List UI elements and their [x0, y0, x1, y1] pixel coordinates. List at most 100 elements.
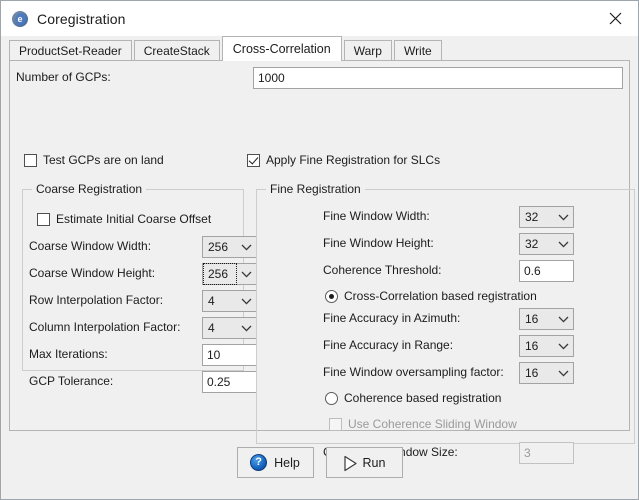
play-icon [343, 455, 357, 471]
coherence-threshold-input[interactable] [519, 260, 574, 282]
row-interpolation-factor-label: Row Interpolation Factor: [29, 293, 164, 307]
window-title: Coregistration [37, 10, 126, 27]
cross-correlation-registration-radio[interactable]: Cross-Correlation based registration [325, 289, 537, 303]
close-button[interactable] [592, 1, 638, 36]
fine-window-height-value: 32 [525, 237, 539, 251]
coarse-window-height-row: Coarse Window Height: 256 [29, 263, 257, 285]
checkbox-checked-icon [247, 153, 260, 167]
coarse-registration-legend: Coarse Registration [32, 182, 147, 196]
fine-accuracy-range-value: 16 [525, 339, 539, 353]
chevron-down-icon [236, 271, 256, 278]
question-mark-icon: ? [250, 454, 268, 471]
number-of-gcps-input[interactable] [253, 67, 623, 89]
chevron-down-icon [553, 214, 573, 221]
fine-accuracy-azimuth-combo[interactable]: 16 [519, 308, 574, 330]
max-iterations-row: Max Iterations: [29, 344, 257, 366]
coarse-registration-group: Coarse Registration Estimate Initial Coa… [22, 182, 257, 393]
coherence-threshold-row: Coherence Threshold: [257, 260, 634, 282]
button-group: ? Help Run [1, 447, 638, 478]
fine-window-oversampling-row: Fine Window oversampling factor: 16 [257, 362, 634, 384]
title-bar: e Coregistration [1, 1, 638, 36]
row-interpolation-factor-row: Row Interpolation Factor: 4 [29, 290, 257, 312]
fine-window-height-label: Fine Window Height: [323, 236, 434, 250]
row-interpolation-factor-combo[interactable]: 4 [202, 290, 257, 312]
gcp-tolerance-row: GCP Tolerance: [29, 371, 257, 393]
tab-warp[interactable]: Warp [343, 40, 392, 61]
test-gcps-on-land-label: Test GCPs are on land [43, 153, 164, 167]
coarse-window-height-label: Coarse Window Height: [29, 266, 156, 280]
checkbox-icon [24, 153, 37, 167]
button-bar: ? Help Run [1, 432, 638, 499]
fine-window-oversampling-value: 16 [525, 366, 539, 380]
apply-fine-registration-label: Apply Fine Registration for SLCs [266, 153, 441, 167]
fine-window-oversampling-combo[interactable]: 16 [519, 362, 574, 384]
row-interpolation-factor-value: 4 [208, 294, 215, 308]
chevron-down-icon [553, 370, 573, 377]
column-interpolation-factor-combo[interactable]: 4 [202, 317, 257, 339]
tab-cross-correlation[interactable]: Cross-Correlation [221, 36, 342, 61]
fine-window-height-row: Fine Window Height: 32 [257, 233, 634, 255]
coherence-based-registration-label: Coherence based registration [344, 391, 502, 405]
number-of-gcps-label: Number of GCPs: [16, 70, 111, 84]
max-iterations-input[interactable] [202, 344, 257, 366]
test-gcps-on-land-checkbox[interactable]: Test GCPs are on land [24, 153, 164, 167]
coarse-window-width-combo[interactable]: 256 [202, 236, 257, 258]
column-interpolation-factor-value: 4 [208, 321, 215, 335]
coherence-threshold-label: Coherence Threshold: [323, 263, 442, 277]
help-button[interactable]: ? Help [236, 447, 314, 478]
radio-unselected-icon [325, 391, 338, 405]
estimate-initial-coarse-offset-checkbox[interactable]: Estimate Initial Coarse Offset [37, 212, 211, 226]
column-interpolation-factor-label: Column Interpolation Factor: [29, 320, 181, 334]
coarse-window-width-value: 256 [208, 240, 229, 254]
chevron-down-icon [553, 241, 573, 248]
estimate-initial-coarse-offset-label: Estimate Initial Coarse Offset [56, 212, 212, 226]
chevron-down-icon [553, 343, 573, 350]
coarse-window-height-value: 256 [203, 263, 237, 285]
globe-icon: e [12, 10, 28, 27]
cross-correlation-registration-label: Cross-Correlation based registration [344, 289, 537, 303]
fine-registration-legend: Fine Registration [266, 182, 365, 196]
tab-createstack[interactable]: CreateStack [133, 40, 220, 61]
fine-accuracy-range-combo[interactable]: 16 [519, 335, 574, 357]
fine-window-oversampling-label: Fine Window oversampling factor: [323, 365, 504, 379]
use-coherence-sliding-window-label: Use Coherence Sliding Window [348, 417, 517, 431]
chevron-down-icon [236, 298, 256, 305]
gcp-tolerance-input[interactable] [202, 371, 257, 393]
fine-window-width-row: Fine Window Width: 32 [257, 206, 634, 228]
checkbox-icon [37, 212, 50, 226]
apply-fine-registration-checkbox[interactable]: Apply Fine Registration for SLCs [247, 153, 440, 167]
checkbox-icon [329, 417, 342, 431]
gcp-tolerance-label: GCP Tolerance: [29, 374, 114, 388]
fine-window-width-label: Fine Window Width: [323, 209, 430, 223]
coregistration-dialog: e Coregistration ProductSet-Reader Creat… [0, 0, 639, 500]
fine-accuracy-azimuth-row: Fine Accuracy in Azimuth: 16 [257, 308, 634, 330]
tab-productset-reader[interactable]: ProductSet-Reader [9, 40, 132, 61]
fine-accuracy-range-label: Fine Accuracy in Range: [323, 338, 454, 352]
fine-window-width-value: 32 [525, 210, 539, 224]
close-icon [609, 12, 621, 25]
tab-write[interactable]: Write [393, 40, 442, 61]
coarse-window-height-combo[interactable]: 256 [202, 263, 257, 285]
use-coherence-sliding-window-checkbox: Use Coherence Sliding Window [329, 417, 517, 431]
run-button[interactable]: Run [325, 447, 403, 478]
fine-accuracy-azimuth-value: 16 [525, 312, 539, 326]
chevron-down-icon [553, 316, 573, 323]
max-iterations-label: Max Iterations: [29, 347, 108, 361]
fine-accuracy-azimuth-label: Fine Accuracy in Azimuth: [323, 311, 461, 325]
coarse-window-width-label: Coarse Window Width: [29, 239, 152, 253]
chevron-down-icon [236, 325, 256, 332]
cross-correlation-panel: Number of GCPs: Test GCPs are on land Ap… [9, 60, 635, 464]
run-button-label: Run [362, 455, 386, 470]
column-interpolation-factor-row: Column Interpolation Factor: 4 [29, 317, 257, 339]
fine-window-width-combo[interactable]: 32 [519, 206, 574, 228]
tab-strip: ProductSet-Reader CreateStack Cross-Corr… [1, 36, 638, 61]
help-button-label: Help [274, 455, 300, 470]
fine-accuracy-range-row: Fine Accuracy in Range: 16 [257, 335, 634, 357]
number-of-gcps-row: Number of GCPs: [16, 67, 623, 89]
radio-selected-icon [325, 289, 338, 303]
fine-window-height-combo[interactable]: 32 [519, 233, 574, 255]
chevron-down-icon [236, 244, 256, 251]
coarse-window-width-row: Coarse Window Width: 256 [29, 236, 257, 258]
coherence-based-registration-radio[interactable]: Coherence based registration [325, 391, 501, 405]
fine-registration-group: Fine Registration Fine Window Width: 32 … [256, 182, 635, 464]
